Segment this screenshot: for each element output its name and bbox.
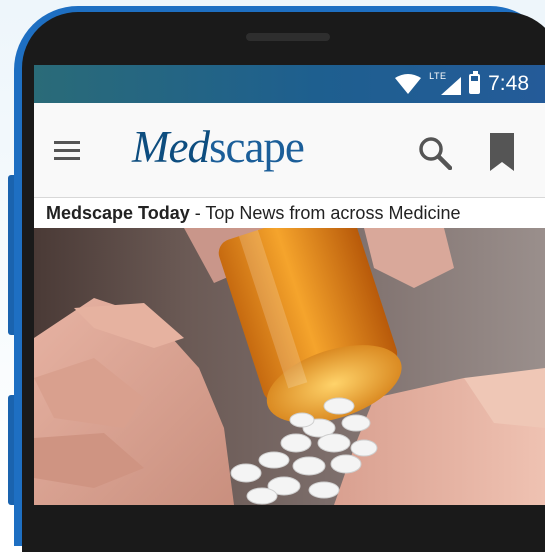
menu-icon[interactable] <box>54 141 80 161</box>
battery-icon <box>469 71 481 94</box>
app-bar: Medscape <box>34 103 545 198</box>
hero-image[interactable] <box>34 228 545 505</box>
bookmark-icon[interactable] <box>490 133 514 171</box>
pills-in-hand-photo <box>34 228 545 505</box>
subtitle-bold: Medscape Today <box>46 203 190 223</box>
logo-text-scape: scape <box>208 122 305 172</box>
logo-text-med: Med <box>132 122 210 172</box>
search-icon[interactable] <box>418 136 452 170</box>
battery-level <box>471 80 479 92</box>
phone-speaker <box>246 33 330 41</box>
signal-indicator: LTE <box>429 71 462 95</box>
section-subtitle: Medscape Today - Top News from across Me… <box>34 198 545 228</box>
signal-icon <box>441 77 462 95</box>
wifi-icon <box>395 74 422 94</box>
status-bar: LTE 7:48 <box>34 65 545 103</box>
status-icons: LTE 7:48 <box>395 71 529 97</box>
phone-screen: LTE 7:48 Medscape Medscape Today - Top N… <box>34 65 545 505</box>
status-time: 7:48 <box>488 72 529 95</box>
medscape-logo[interactable]: Medscape <box>132 121 305 173</box>
subtitle-rest: - Top News from across Medicine <box>189 203 461 223</box>
